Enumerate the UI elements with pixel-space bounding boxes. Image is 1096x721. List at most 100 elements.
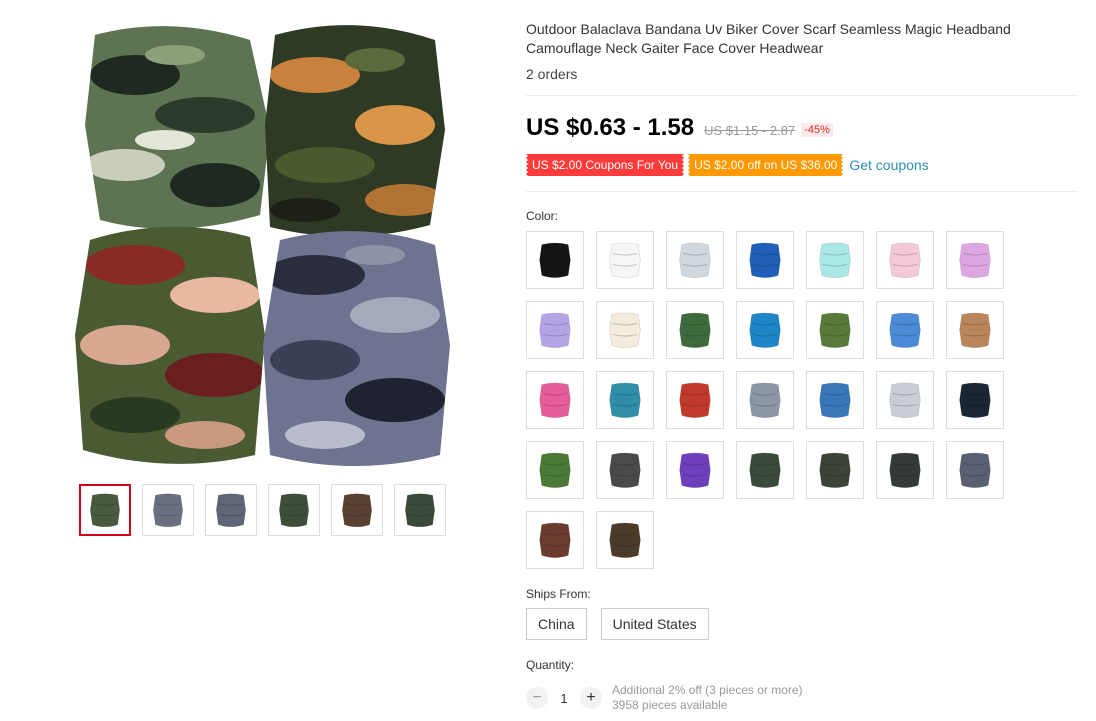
gaiter-icon	[609, 312, 641, 348]
gaiter-icon	[679, 452, 711, 488]
color-swatch-pink-camo[interactable]	[526, 371, 584, 429]
color-swatch-light-gray[interactable]	[666, 231, 724, 289]
color-label: Color:	[526, 209, 559, 223]
color-swatch-light-cyan[interactable]	[806, 231, 864, 289]
price-row: US $0.63 - 1.58 US $1.15 - 2.87 -45%	[526, 114, 833, 142]
gaiter-icon	[959, 312, 991, 348]
gaiter-icon	[609, 452, 641, 488]
color-swatch-gray-blue-camo[interactable]	[946, 441, 1004, 499]
gaiter-icon	[889, 312, 921, 348]
gaiter-icon	[819, 452, 851, 488]
coupon-row: US $2.00 Coupons For You US $2.00 off on…	[526, 154, 929, 176]
quantity-increase-button[interactable]: +	[580, 687, 602, 709]
gaiter-icon	[609, 522, 641, 558]
gaiter-icon	[215, 493, 247, 528]
quantity-stepper: − 1 + Additional 2% off (3 pieces or mor…	[526, 683, 803, 713]
color-swatch-lavender[interactable]	[526, 301, 584, 359]
gaiter-icon	[404, 493, 436, 528]
quantity-decrease-button[interactable]: −	[526, 687, 548, 709]
color-swatch-purple[interactable]	[666, 441, 724, 499]
gaiter-icon	[278, 493, 310, 528]
thumb-brown-camo[interactable]	[331, 484, 383, 536]
quantity-value[interactable]: 1	[548, 691, 580, 706]
color-swatch-dark-camo-3[interactable]	[876, 441, 934, 499]
gaiter-icon	[609, 242, 641, 278]
color-swatch-desert-camo[interactable]	[946, 301, 1004, 359]
thumbnail-strip	[79, 484, 446, 536]
gaiter-icon	[959, 452, 991, 488]
gaiter-icon	[889, 452, 921, 488]
color-swatch-green-camo[interactable]	[666, 301, 724, 359]
gaiter-icon	[819, 242, 851, 278]
gaiter-icon	[609, 382, 641, 418]
color-swatch-light-purple[interactable]	[946, 231, 1004, 289]
gaiter-icon	[889, 382, 921, 418]
gaiter-icon	[749, 382, 781, 418]
gaiter-icon	[679, 242, 711, 278]
stock-available: 3958 pieces available	[612, 698, 728, 712]
color-swatch-olive[interactable]	[526, 441, 584, 499]
thumb-blue-gray[interactable]	[205, 484, 257, 536]
color-swatch-sky-camo[interactable]	[876, 301, 934, 359]
gaiter-icon	[539, 242, 571, 278]
gaiter-icon	[749, 242, 781, 278]
color-swatch-grid	[526, 231, 1016, 569]
color-swatch-dark-gray[interactable]	[596, 441, 654, 499]
color-swatch-dark-camo-1[interactable]	[736, 441, 794, 499]
gaiter-icon	[341, 493, 373, 528]
four-gaiters-picture	[75, 25, 450, 466]
product-title: Outdoor Balaclava Bandana Uv Biker Cover…	[526, 21, 1011, 56]
discount-badge: -45%	[801, 123, 833, 137]
ships-from-options: China United States	[526, 608, 709, 640]
color-swatch-black[interactable]	[526, 231, 584, 289]
color-swatch-beige[interactable]	[596, 301, 654, 359]
color-swatch-blue-camo[interactable]	[736, 301, 794, 359]
color-swatch-forest-camo[interactable]	[806, 301, 864, 359]
gaiter-icon	[152, 493, 184, 528]
current-price: US $0.63 - 1.58	[526, 114, 695, 141]
color-swatch-pink[interactable]	[876, 231, 934, 289]
gaiter-icon	[539, 522, 571, 558]
thumb-gray-camo[interactable]	[142, 484, 194, 536]
orders-count: 2 orders	[526, 66, 578, 82]
color-swatch-snow-camo[interactable]	[876, 371, 934, 429]
thumb-woodland[interactable]	[394, 484, 446, 536]
thumb-four-camo[interactable]	[79, 484, 131, 536]
color-swatch-red-camo[interactable]	[666, 371, 724, 429]
gaiter-icon	[819, 312, 851, 348]
gaiter-icon	[539, 452, 571, 488]
get-coupons-link[interactable]: Get coupons	[849, 157, 928, 173]
main-product-image[interactable]	[75, 15, 460, 470]
coupon-badge-store[interactable]: US $2.00 Coupons For You	[526, 154, 685, 176]
gaiter-icon	[679, 312, 711, 348]
color-swatch-navy[interactable]	[946, 371, 1004, 429]
gaiter-icon	[749, 452, 781, 488]
gaiter-icon	[89, 493, 121, 528]
gaiter-icon	[959, 242, 991, 278]
color-swatch-red-brown-camo[interactable]	[526, 511, 584, 569]
gaiter-icon	[679, 382, 711, 418]
gaiter-icon	[889, 242, 921, 278]
original-price: US $1.15 - 2.87	[704, 123, 796, 138]
color-swatch-blue-pattern[interactable]	[806, 371, 864, 429]
color-swatch-brown-camo[interactable]	[596, 511, 654, 569]
gaiter-icon	[539, 382, 571, 418]
divider	[526, 191, 1078, 192]
gaiter-icon	[539, 312, 571, 348]
thumb-green-camo[interactable]	[268, 484, 320, 536]
color-swatch-blue[interactable]	[736, 231, 794, 289]
gaiter-icon	[959, 382, 991, 418]
ships-from-label: Ships From:	[526, 587, 591, 601]
divider	[526, 95, 1078, 96]
color-swatch-teal-camo[interactable]	[596, 371, 654, 429]
gaiter-icon	[819, 382, 851, 418]
color-swatch-white[interactable]	[596, 231, 654, 289]
color-swatch-gray-camo[interactable]	[736, 371, 794, 429]
ships-from-china[interactable]: China	[526, 608, 587, 640]
gaiter-icon	[749, 312, 781, 348]
coupon-badge-select[interactable]: US $2.00 off on US $36.00	[688, 154, 844, 176]
color-swatch-dark-camo-2[interactable]	[806, 441, 864, 499]
quantity-label: Quantity:	[526, 658, 575, 672]
quantity-notes: Additional 2% off (3 pieces or more) 395…	[612, 683, 803, 713]
ships-from-united-states[interactable]: United States	[600, 608, 709, 640]
